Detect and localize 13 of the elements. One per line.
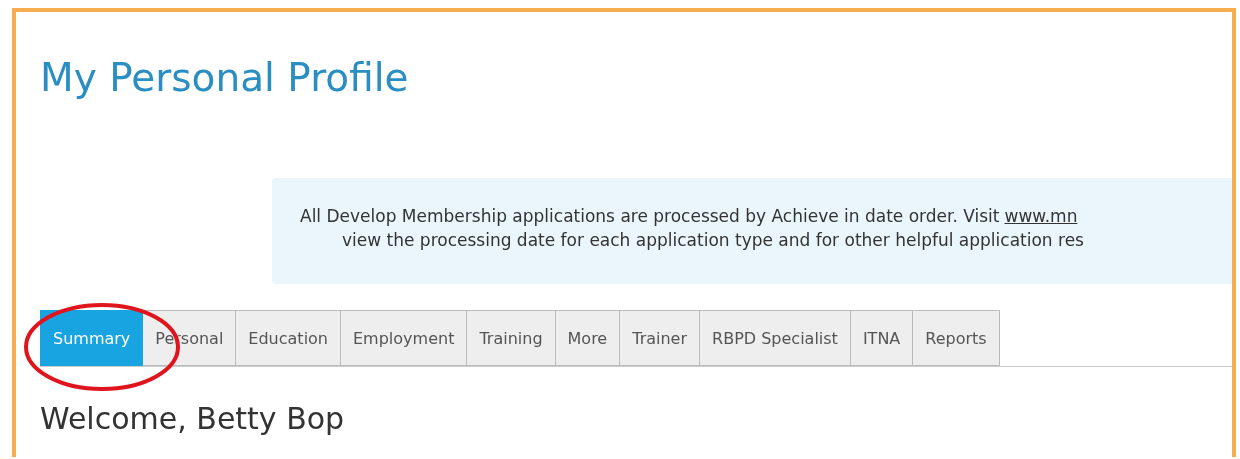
tab[interactable]: More bbox=[555, 310, 621, 366]
tab[interactable]: Education bbox=[236, 310, 341, 366]
notice-text: view the processing date for each application type and for other helpful application res bbox=[342, 230, 1084, 250]
welcome-heading: Welcome, Betty Bop bbox=[40, 401, 345, 437]
tab[interactable]: ITNA bbox=[850, 310, 914, 366]
tab[interactable]: RBPD Specialist bbox=[700, 310, 851, 366]
tab[interactable]: Trainer bbox=[620, 310, 701, 366]
page-title: My Personal Profile bbox=[40, 54, 409, 102]
tab[interactable]: Reports bbox=[913, 310, 1000, 366]
website-link[interactable]: www.mn bbox=[1004, 206, 1078, 226]
notice-text: All Develop Membership applications are processed by Achieve in date order. Visit bbox=[300, 206, 1000, 226]
tab[interactable]: Training bbox=[467, 310, 556, 366]
tab[interactable]: Employment bbox=[341, 310, 468, 366]
